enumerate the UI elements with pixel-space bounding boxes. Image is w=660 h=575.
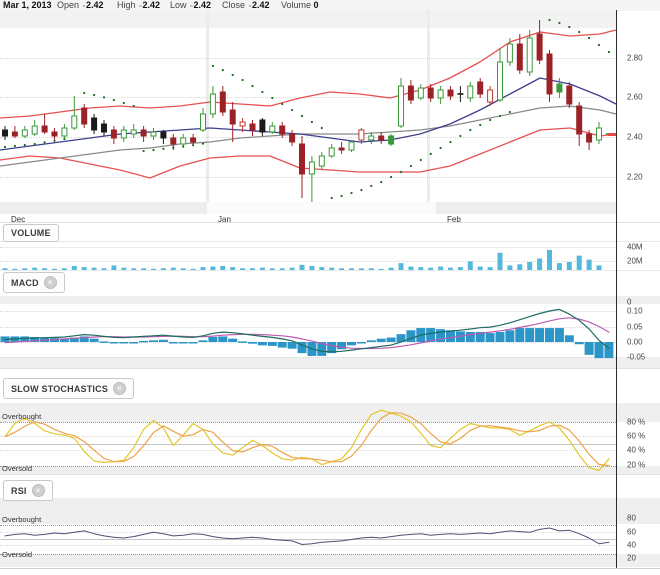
y-axis-gutter[interactable] xyxy=(617,10,660,568)
volume-panel-label: VOLUME xyxy=(11,228,51,238)
stoch-oversold-label: Oversold xyxy=(2,464,32,473)
macd-panel-label: MACD xyxy=(11,278,39,288)
rsi-oversold-label: Oversold xyxy=(2,550,32,559)
close-icon[interactable]: × xyxy=(32,484,45,497)
stochastics-panel-button[interactable]: SLOW STOCHASTICS × xyxy=(3,378,134,399)
stoch-overbought-label: Overbought xyxy=(2,412,41,421)
macd-panel-button[interactable]: MACD × xyxy=(3,272,65,293)
close-icon[interactable]: × xyxy=(113,382,126,395)
stochastics-panel-label: SLOW STOCHASTICS xyxy=(11,384,108,394)
last-price-tick xyxy=(608,133,616,136)
stock-chart-app: Mar 1, 2013 Open ▫2.42High ▫2.42Low ▫2.4… xyxy=(0,0,660,575)
volume-panel-button[interactable]: VOLUME xyxy=(3,224,59,242)
rsi-panel-label: RSI xyxy=(11,486,27,496)
chart-canvas[interactable] xyxy=(0,0,660,575)
rsi-overbought-label: Overbought xyxy=(2,515,41,524)
rsi-panel-button[interactable]: RSI × xyxy=(3,480,53,501)
close-icon[interactable]: × xyxy=(44,276,57,289)
